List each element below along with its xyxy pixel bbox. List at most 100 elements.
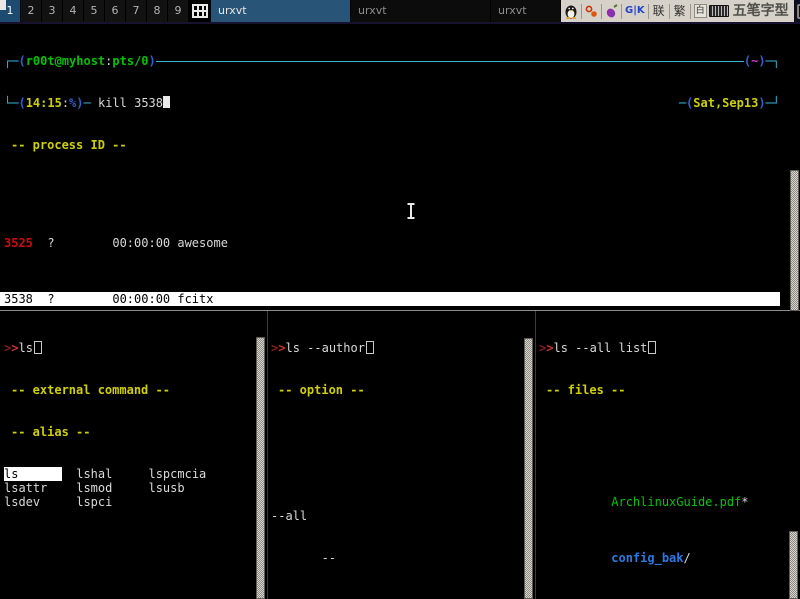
fullwidth-gk-icon[interactable]: G|K	[625, 0, 645, 22]
scrollbar-thumb[interactable]	[256, 337, 265, 599]
status-bar: 1 2 3 4 5 6 7 8 9	[0, 0, 800, 24]
option-item: --all --	[271, 481, 526, 593]
scrollbar-thumb[interactable]	[790, 170, 799, 311]
terminal-pane-files[interactable]: >>ls --all list -- files -- ArchlinuxGui…	[537, 313, 791, 599]
window-title: urxvt	[218, 4, 247, 17]
file-list: ArchlinuxGuide.pdf* config_bak/ config_o…	[539, 425, 791, 599]
colon: :	[62, 96, 69, 110]
main-terminal[interactable]: ┌─(r00t@myhost:pts/0)(~)─┐ └─(14:15:%)─ …	[4, 24, 780, 313]
prompt-tty: pts/0	[112, 54, 148, 68]
tasklist-entry[interactable]: urxvt	[351, 0, 491, 22]
completion-item: lspcmcia	[148, 467, 220, 481]
process-pid: 3525	[4, 236, 40, 250]
paren: )	[149, 54, 156, 68]
taglist: 1 2 3 4 5 6 7 8 9	[0, 0, 189, 22]
section-header: -- option --	[271, 383, 526, 397]
file-item: config_bak/	[539, 537, 791, 551]
command-input[interactable]: kill 3538	[91, 96, 163, 110]
file-name: config_bak	[611, 551, 683, 565]
process-tty: ?	[47, 236, 112, 250]
paren: )	[758, 54, 765, 68]
clock: 14:15	[26, 96, 62, 110]
fcitx-penguin-icon[interactable]	[564, 3, 578, 19]
workspace-tag[interactable]: 2	[21, 0, 42, 22]
traditional-badge[interactable]: 繁	[673, 1, 687, 21]
tasklist-entry[interactable]: urxvt	[491, 0, 561, 22]
paren: (	[18, 54, 25, 68]
desktop: 1 2 3 4 5 6 7 8 9	[0, 0, 800, 599]
process-cmd: fcitx	[177, 292, 213, 306]
cwd-path: ~	[751, 54, 758, 68]
prompt-corner: ─┐	[766, 54, 780, 68]
workspace-tag[interactable]: 7	[126, 0, 147, 22]
corner-artifact	[0, 0, 6, 10]
pane-prompt: >>ls	[4, 341, 260, 355]
system-tray: G|K 联 繁 白 五笔字型	[561, 0, 794, 22]
input-method-name: 五笔字型	[731, 0, 791, 22]
workspace-tag-label: 1	[7, 4, 14, 17]
completion-item: lsattr	[4, 481, 76, 495]
process-row: 3525?00:00:00awesome	[4, 236, 780, 250]
text-cursor-hollow	[648, 341, 656, 354]
wubi-eggplant-icon[interactable]	[605, 4, 618, 18]
tray-window-icon[interactable]	[794, 0, 800, 22]
file-name: ArchlinuxGuide.pdf	[611, 495, 741, 509]
workspace-tag[interactable]: 3	[42, 0, 63, 22]
paren: (	[18, 96, 25, 110]
layout-icon[interactable]	[189, 0, 211, 22]
workspace-tag[interactable]: 8	[147, 0, 168, 22]
user-host: r00t@myhost	[26, 54, 105, 68]
file-type-suffix: /	[684, 551, 691, 565]
prompt-corner: └─	[4, 96, 18, 110]
text-cursor-block	[163, 96, 170, 108]
tasklist-entry[interactable]: urxvt	[211, 0, 351, 22]
workspace-tag[interactable]: 4	[63, 0, 84, 22]
terminal-pane-commands[interactable]: >>ls -- external command -- -- alias -- …	[0, 313, 260, 599]
option-list: --all -- --almost-all -- --author -- --b…	[271, 425, 526, 599]
workspace-tag-label: 4	[70, 4, 77, 17]
workspace-tag-label: 9	[175, 4, 182, 17]
completion-grid: ls lshal lspcmcia lsattr lsmod lsusb lsd…	[4, 467, 260, 509]
text-cursor-hollow	[366, 341, 374, 354]
process-list-header: -- process ID --	[4, 138, 780, 152]
colon: :	[105, 54, 112, 68]
halfwidth-badge[interactable]: 白	[694, 4, 707, 18]
completion-item: lsusb	[148, 481, 220, 495]
command-input[interactable]: ls	[18, 341, 32, 355]
paren: )	[76, 96, 83, 110]
association-badge[interactable]: 联	[652, 1, 666, 21]
completion-item: lshal	[76, 467, 148, 481]
workspace-tag[interactable]: 6	[105, 0, 126, 22]
process-pid: 3538	[4, 292, 40, 306]
pane-prompt: >>ls --author	[271, 341, 526, 355]
file-item: ArchlinuxGuide.pdf*	[539, 481, 791, 495]
workspace-tag-label: 7	[133, 4, 140, 17]
scrollbar-thumb[interactable]	[524, 338, 533, 599]
shell-symbol: %	[69, 96, 76, 110]
option-desc: --	[271, 551, 526, 565]
vertical-divider	[267, 311, 268, 599]
tasklist: urxvt urxvt urxvt	[211, 0, 561, 22]
prompt-dash: ─	[679, 96, 686, 110]
workspace-tag[interactable]: 9	[168, 0, 189, 22]
workspace-tag-label: 6	[112, 4, 119, 17]
process-time: 00:00:00	[112, 236, 177, 250]
horizontal-divider	[0, 310, 800, 311]
tray-separator	[581, 4, 582, 19]
window-title: urxvt	[498, 4, 527, 17]
punctuation-icon[interactable]	[585, 5, 598, 18]
keyboard-icon[interactable]	[709, 5, 729, 17]
command-input[interactable]: ls --author	[285, 341, 364, 355]
file-type-suffix: *	[741, 495, 748, 509]
tile-layout-glyph	[192, 4, 208, 18]
workspace-tag-label: 5	[91, 4, 98, 17]
pane-prompt: >>ls --all list	[539, 341, 791, 355]
completion-item: lspci	[76, 495, 148, 509]
command-input[interactable]: ls --all list	[553, 341, 647, 355]
terminal-pane-options[interactable]: >>ls --author -- option -- --all -- --al…	[269, 313, 526, 599]
workspace-tag-label: 3	[49, 4, 56, 17]
workspace-tag[interactable]: 5	[84, 0, 105, 22]
process-time: 00:00:00	[112, 292, 177, 306]
scrollbar-thumb[interactable]	[789, 531, 798, 599]
text-cursor-hollow	[34, 341, 42, 354]
